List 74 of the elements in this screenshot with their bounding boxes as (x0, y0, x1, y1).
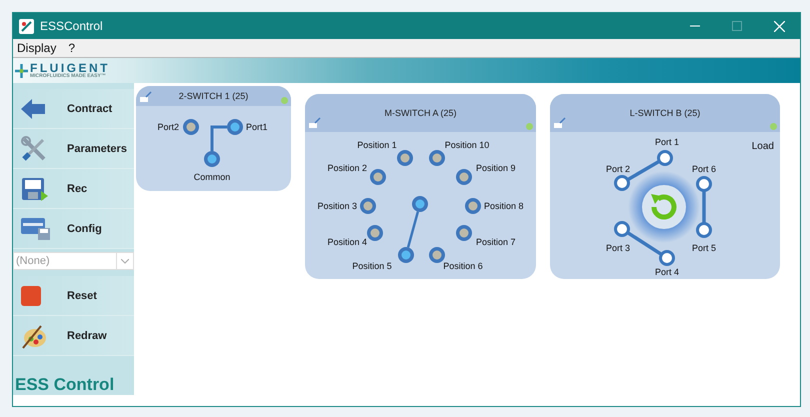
tools-icon (21, 136, 47, 162)
port-node[interactable] (183, 119, 199, 135)
panel-title: L-SWITCH B (25) (630, 108, 700, 118)
maximize-icon (732, 21, 742, 31)
device-icon (140, 91, 152, 103)
port-node[interactable] (429, 150, 445, 166)
connector-line (626, 231, 662, 256)
port-node[interactable] (370, 169, 386, 185)
connector-line (210, 126, 227, 151)
sidebar-button[interactable]: Contract (13, 89, 134, 129)
floppy-icon (21, 176, 49, 200)
port-label: Port 6 (692, 164, 716, 174)
port-node[interactable] (398, 247, 414, 263)
panel-title: M-SWITCH A (25) (384, 108, 456, 118)
device-icon (309, 117, 321, 129)
port-label: Port 2 (606, 164, 630, 174)
window-title: ESSControl (40, 19, 104, 33)
port-label: Port2 (157, 122, 179, 132)
logo-name: FLUIGENT (30, 62, 110, 74)
port-label: Position 7 (476, 237, 516, 247)
sidebar-button[interactable]: Rec (13, 169, 134, 209)
port-label: Position 6 (443, 261, 483, 271)
port-node[interactable] (614, 221, 630, 237)
sidebar-button[interactable]: Parameters (13, 129, 134, 169)
port-node[interactable] (360, 198, 376, 214)
app-icon (19, 18, 34, 34)
left-arrow-icon (21, 98, 45, 118)
port-node[interactable] (696, 176, 712, 192)
port-node[interactable] (696, 222, 712, 238)
port-label: Common (194, 172, 230, 182)
panel-title: 2-SWITCH 1 (25) (178, 91, 248, 101)
port-node[interactable] (465, 198, 481, 214)
sidebar-button[interactable]: Config (13, 209, 134, 249)
chevron-down-icon (121, 258, 129, 264)
port-label: Position 8 (484, 201, 524, 211)
port-node[interactable] (657, 150, 673, 166)
port-label: Port1 (246, 122, 268, 132)
palette-icon (21, 322, 47, 348)
logo-icon (15, 64, 28, 78)
port-label: Port 5 (692, 243, 716, 253)
square-icon (21, 286, 41, 306)
port-label: Position 9 (476, 163, 516, 173)
port-label: Position 3 (317, 201, 357, 211)
sidebar-button[interactable]: Reset (13, 276, 134, 316)
port-label: Position 10 (444, 140, 490, 150)
port-node[interactable] (204, 151, 220, 167)
port-node[interactable] (614, 175, 630, 191)
port-label: Port 1 (655, 137, 679, 147)
port-node[interactable] (412, 196, 428, 212)
connector-line (627, 160, 660, 181)
port-label: Position 2 (327, 163, 367, 173)
state-label: Load (752, 141, 774, 152)
sidebar-button[interactable]: Redraw (13, 316, 134, 356)
port-label: Position 5 (352, 261, 392, 271)
port-node[interactable] (456, 225, 472, 241)
port-label: Port 4 (655, 267, 679, 277)
menu-item[interactable]: ? (68, 41, 76, 55)
device-icon (554, 117, 566, 129)
config-icon (21, 216, 51, 240)
port-label: Port 3 (606, 243, 630, 253)
rotor-hub[interactable] (628, 171, 700, 243)
port-node[interactable] (429, 247, 445, 263)
menu-item[interactable]: Display (17, 41, 56, 55)
port-label: Position 1 (357, 140, 397, 150)
port-label: Position 4 (327, 237, 367, 247)
connector-line (702, 191, 706, 223)
connector-line (406, 211, 420, 248)
port-node[interactable] (227, 119, 243, 135)
app-name: ESS Control (14, 376, 116, 395)
port-node[interactable] (456, 169, 472, 185)
port-node[interactable] (659, 250, 675, 266)
port-node[interactable] (367, 225, 383, 241)
close-icon (774, 20, 784, 32)
port-node[interactable] (397, 150, 413, 166)
